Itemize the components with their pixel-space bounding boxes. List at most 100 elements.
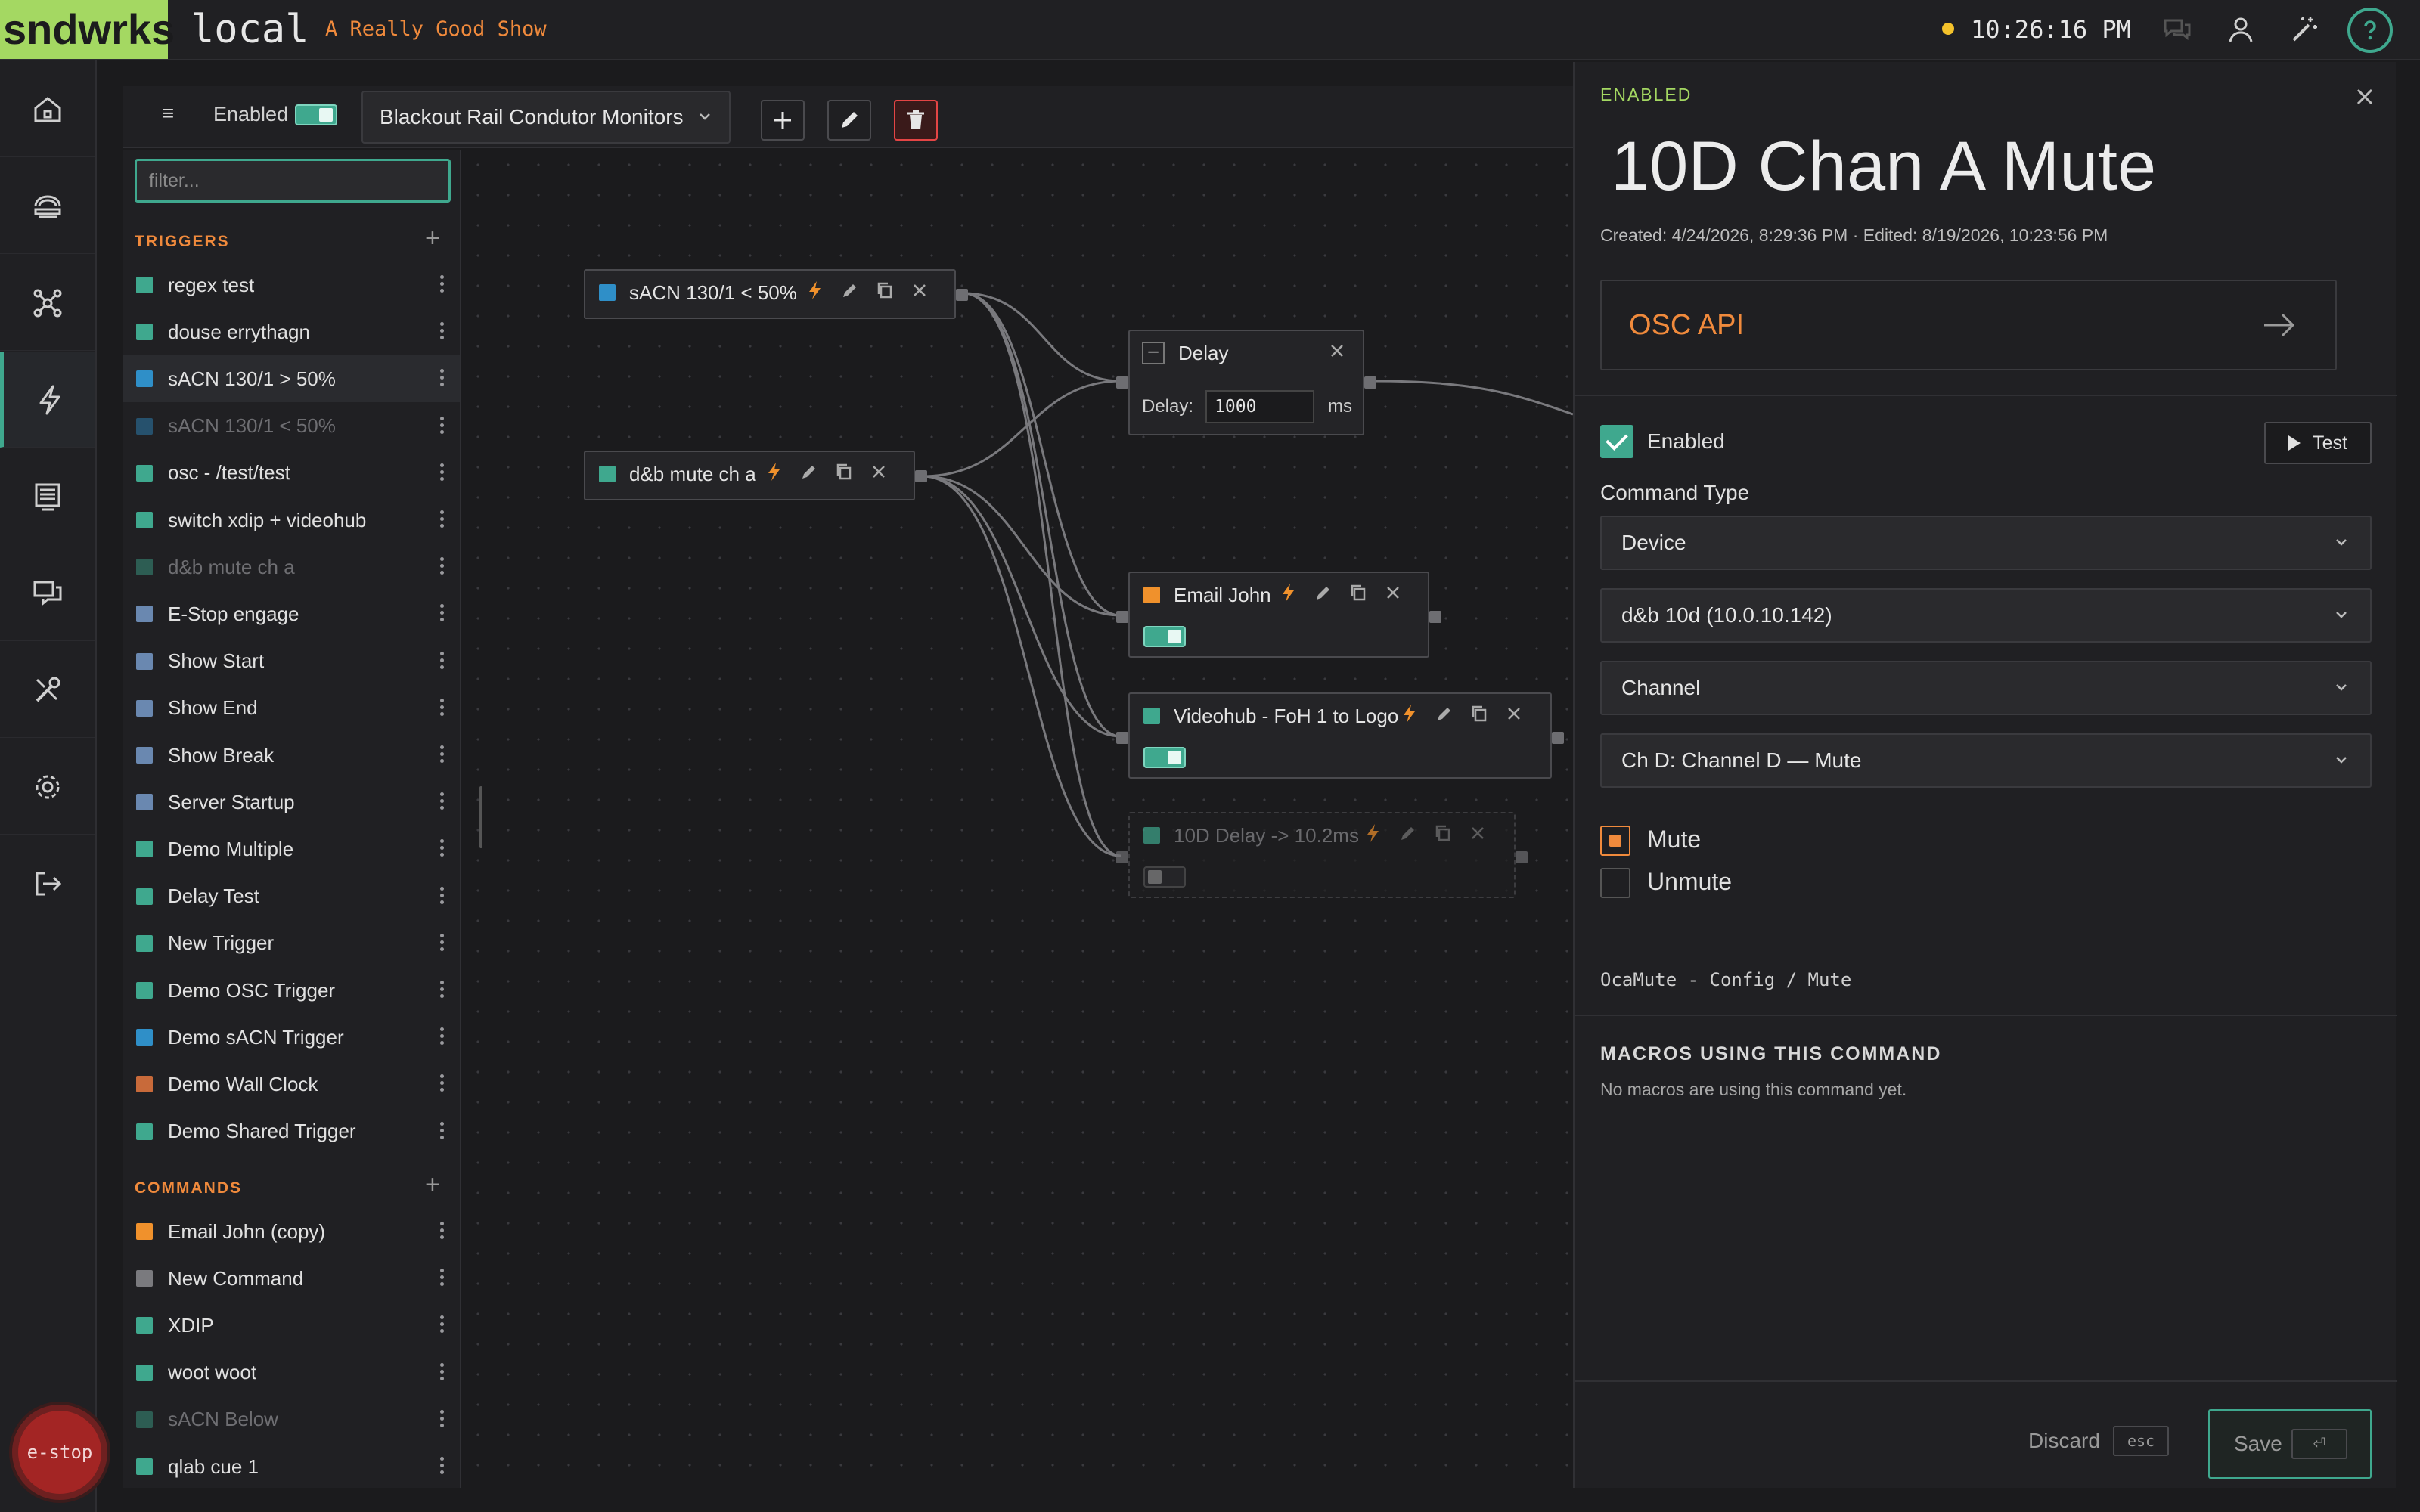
list-item[interactable]: switch xdip + videohub — [123, 497, 460, 544]
kebab-menu-icon[interactable] — [440, 792, 445, 813]
list-item[interactable]: sACN 130/1 < 50% — [123, 403, 460, 450]
command-title[interactable]: 10D Chan A Mute — [1611, 127, 2156, 206]
macro-select[interactable]: Blackout Rail Condutor Monitors — [361, 91, 731, 144]
lightning-icon[interactable] — [1363, 823, 1384, 844]
command-node[interactable]: Email John — [1116, 572, 1441, 658]
kebab-menu-icon[interactable] — [440, 1269, 445, 1289]
kebab-menu-icon[interactable] — [440, 651, 445, 672]
kebab-menu-icon[interactable] — [440, 557, 445, 578]
lightning-icon[interactable] — [805, 280, 826, 301]
close-icon[interactable] — [1326, 340, 1348, 361]
kebab-menu-icon[interactable] — [440, 369, 445, 389]
list-item[interactable]: sACN 130/1 > 50% — [123, 355, 460, 403]
collapse-button[interactable]: – — [1142, 342, 1165, 364]
pencil-icon[interactable] — [799, 461, 820, 482]
list-item[interactable]: Demo sACN Trigger — [123, 1014, 460, 1061]
input-port[interactable] — [1116, 611, 1128, 623]
category-select[interactable]: Channel — [1600, 661, 2372, 715]
delay-node[interactable]: – Delay Delay: 1000 ms — [1116, 330, 1376, 435]
kebab-menu-icon[interactable] — [440, 463, 445, 484]
list-item[interactable]: New Trigger — [123, 920, 460, 967]
input-port[interactable] — [1116, 851, 1128, 863]
kebab-menu-icon[interactable] — [440, 1121, 445, 1142]
macro-enabled-toggle[interactable] — [295, 104, 337, 125]
command-enabled-toggle[interactable] — [1143, 626, 1186, 647]
add-node-button[interactable] — [761, 100, 805, 141]
delay-input[interactable]: 1000 — [1205, 390, 1315, 423]
close-icon[interactable] — [1503, 703, 1525, 724]
copy-icon[interactable] — [1432, 823, 1454, 844]
command-node[interactable]: 10D Delay -> 10.2ms — [1116, 812, 1528, 898]
lightning-icon[interactable] — [764, 461, 785, 482]
home-icon[interactable] — [0, 62, 95, 157]
filter-input[interactable] — [135, 159, 451, 203]
user-icon[interactable] — [2223, 12, 2258, 47]
chat-icon[interactable] — [2160, 12, 2195, 47]
list-item[interactable]: d&b mute ch a — [123, 544, 460, 590]
estop-button[interactable]: e-stop — [12, 1405, 107, 1500]
list-item[interactable]: Demo Multiple — [123, 826, 460, 872]
pencil-icon[interactable] — [1313, 582, 1334, 603]
list-item[interactable]: Server Startup — [123, 779, 460, 826]
command-node[interactable]: Videohub - FoH 1 to Logo — [1116, 692, 1564, 779]
list-item[interactable]: douse errythagn — [123, 308, 460, 355]
enabled-checkbox[interactable] — [1600, 425, 1634, 458]
command-type-select[interactable]: Device — [1600, 516, 2372, 570]
kebab-menu-icon[interactable] — [440, 1315, 445, 1336]
help-icon[interactable] — [2347, 8, 2393, 53]
network-icon[interactable] — [0, 159, 95, 254]
kebab-menu-icon[interactable] — [440, 698, 445, 719]
copy-icon[interactable] — [1348, 582, 1369, 603]
kebab-menu-icon[interactable] — [440, 1457, 445, 1477]
kebab-menu-icon[interactable] — [440, 1409, 445, 1430]
trigger-node[interactable]: d&b mute ch a — [584, 451, 927, 500]
kebab-menu-icon[interactable] — [440, 839, 445, 860]
list-item[interactable]: woot woot — [123, 1349, 460, 1396]
lightning-icon[interactable] — [1399, 703, 1420, 724]
output-port[interactable] — [956, 289, 968, 301]
chat-screens-icon[interactable] — [0, 546, 95, 641]
list-item[interactable]: Demo Shared Trigger — [123, 1108, 460, 1155]
pencil-icon[interactable] — [1434, 703, 1455, 724]
list-item[interactable]: XDIP — [123, 1302, 460, 1349]
add-command-button[interactable]: + — [425, 1170, 440, 1200]
add-trigger-button[interactable]: + — [425, 224, 440, 253]
unmute-option-radio[interactable] — [1600, 868, 1630, 898]
output-port[interactable] — [915, 470, 927, 482]
display-icon[interactable] — [0, 449, 95, 544]
kebab-menu-icon[interactable] — [440, 886, 445, 907]
list-item[interactable]: Show End — [123, 685, 460, 732]
kebab-menu-icon[interactable] — [440, 510, 445, 531]
close-icon[interactable] — [1382, 582, 1404, 603]
copy-icon[interactable] — [833, 461, 855, 482]
lightning-icon[interactable] — [1278, 582, 1299, 603]
menu-button[interactable]: ≡ — [153, 101, 183, 125]
list-item[interactable]: regex test — [123, 262, 460, 308]
parameter-select[interactable]: Ch D: Channel D — Mute — [1600, 733, 2372, 788]
command-enabled-toggle[interactable] — [1143, 866, 1186, 888]
kebab-menu-icon[interactable] — [440, 1027, 445, 1048]
sidebar-resize-handle[interactable] — [479, 786, 482, 848]
list-item[interactable]: Show Break — [123, 732, 460, 779]
save-button[interactable]: Save ⏎ — [2208, 1409, 2372, 1479]
list-item[interactable]: New Command — [123, 1255, 460, 1302]
output-port[interactable] — [1552, 732, 1564, 744]
kebab-menu-icon[interactable] — [440, 416, 445, 437]
list-item[interactable]: Show Start — [123, 638, 460, 685]
pencil-icon[interactable] — [839, 280, 861, 301]
output-port[interactable] — [1429, 611, 1441, 623]
list-item[interactable]: qlab cue 1 — [123, 1443, 460, 1488]
nodes-icon[interactable] — [0, 256, 95, 351]
copy-icon[interactable] — [1469, 703, 1490, 724]
pencil-icon[interactable] — [1398, 823, 1419, 844]
kebab-menu-icon[interactable] — [440, 604, 445, 624]
kebab-menu-icon[interactable] — [440, 1074, 445, 1095]
kebab-menu-icon[interactable] — [440, 322, 445, 342]
list-item[interactable]: Email John (copy) — [123, 1208, 460, 1255]
delete-macro-button[interactable] — [894, 100, 938, 141]
list-item[interactable]: Demo OSC Trigger — [123, 967, 460, 1014]
magic-wand-icon[interactable] — [2287, 12, 2322, 47]
list-item[interactable]: sACN Below — [123, 1396, 460, 1443]
kebab-menu-icon[interactable] — [440, 933, 445, 954]
logout-icon[interactable] — [0, 836, 95, 931]
